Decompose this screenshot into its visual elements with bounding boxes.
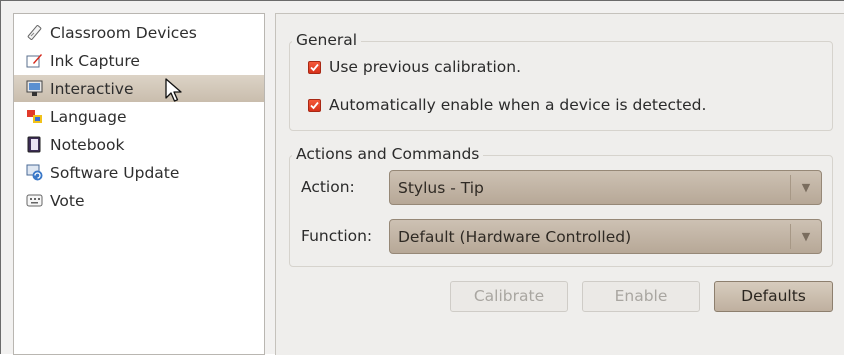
defaults-button[interactable]: Defaults xyxy=(714,281,833,312)
classroom-devices-icon xyxy=(26,24,43,41)
use-previous-calibration-checkbox[interactable] xyxy=(308,60,321,74)
actions-commands-group-title: Actions and Commands xyxy=(292,145,484,163)
sidebar-item-label: Interactive xyxy=(50,79,134,98)
sidebar-item-software-update[interactable]: Software Update xyxy=(14,159,264,186)
use-previous-calibration-label: Use previous calibration. xyxy=(329,58,522,76)
sidebar-item-language[interactable]: Language xyxy=(14,103,264,130)
chevron-down-icon: ▼ xyxy=(801,181,811,194)
vote-icon xyxy=(26,192,43,209)
interactive-icon xyxy=(26,80,43,97)
enable-button[interactable]: Enable xyxy=(582,281,700,312)
use-previous-calibration-row: Use previous calibration. xyxy=(308,58,521,76)
software-update-icon xyxy=(26,164,43,181)
function-value: Default (Hardware Controlled) xyxy=(398,227,632,246)
ink-capture-icon xyxy=(26,52,43,69)
preferences-window: Classroom Devices Ink Capture Interactiv… xyxy=(0,0,844,355)
sidebar-item-ink-capture[interactable]: Ink Capture xyxy=(14,47,264,74)
sidebar-item-label: Ink Capture xyxy=(50,51,140,70)
sidebar-item-label: Vote xyxy=(50,191,85,210)
auto-enable-checkbox[interactable] xyxy=(308,98,321,112)
calibrate-button[interactable]: Calibrate xyxy=(450,281,568,312)
sidebar-item-vote[interactable]: Vote xyxy=(14,187,264,214)
category-sidebar: Classroom Devices Ink Capture Interactiv… xyxy=(13,13,265,355)
function-dropdown[interactable]: Default (Hardware Controlled) ▼ xyxy=(389,219,822,254)
chevron-down-icon: ▼ xyxy=(801,230,811,243)
action-value: Stylus - Tip xyxy=(398,178,484,197)
action-label: Action: xyxy=(301,178,355,196)
sidebar-item-classroom-devices[interactable]: Classroom Devices xyxy=(14,19,264,46)
mouse-cursor-icon xyxy=(165,78,185,104)
auto-enable-row: Automatically enable when a device is de… xyxy=(308,96,706,114)
interactive-settings-panel: General Use previous calibration. Automa… xyxy=(275,13,844,355)
notebook-icon xyxy=(26,136,43,153)
general-group-title: General xyxy=(292,31,362,49)
sidebar-item-label: Language xyxy=(50,107,127,126)
auto-enable-label: Automatically enable when a device is de… xyxy=(329,96,707,114)
action-dropdown[interactable]: Stylus - Tip ▼ xyxy=(389,170,822,205)
sidebar-item-interactive[interactable]: Interactive xyxy=(14,75,264,102)
language-icon xyxy=(26,108,43,125)
sidebar-item-notebook[interactable]: Notebook xyxy=(14,131,264,158)
function-label: Function: xyxy=(301,227,373,245)
sidebar-item-label: Software Update xyxy=(50,163,180,182)
general-group xyxy=(289,41,833,131)
sidebar-item-label: Notebook xyxy=(50,135,125,154)
sidebar-item-label: Classroom Devices xyxy=(50,23,197,42)
